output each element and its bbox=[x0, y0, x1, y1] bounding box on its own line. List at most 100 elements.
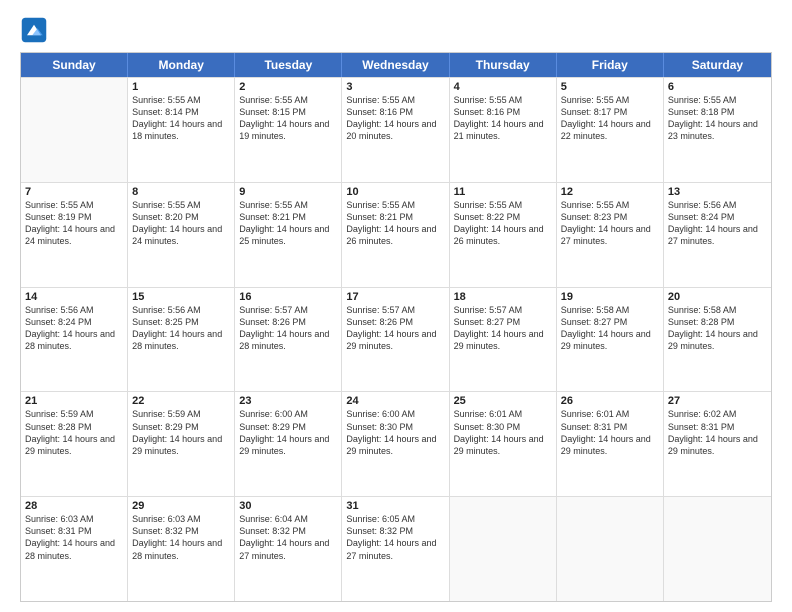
cal-cell: 11Sunrise: 5:55 AM Sunset: 8:22 PM Dayli… bbox=[450, 183, 557, 287]
cell-day-number: 30 bbox=[239, 500, 337, 512]
calendar-body: 1Sunrise: 5:55 AM Sunset: 8:14 PM Daylig… bbox=[21, 77, 771, 601]
cell-info: Sunrise: 6:00 AM Sunset: 8:30 PM Dayligh… bbox=[346, 408, 444, 457]
cal-cell: 7Sunrise: 5:55 AM Sunset: 8:19 PM Daylig… bbox=[21, 183, 128, 287]
cell-day-number: 4 bbox=[454, 81, 552, 93]
cell-info: Sunrise: 5:58 AM Sunset: 8:28 PM Dayligh… bbox=[668, 304, 767, 353]
cal-cell: 26Sunrise: 6:01 AM Sunset: 8:31 PM Dayli… bbox=[557, 392, 664, 496]
cell-day-number: 23 bbox=[239, 395, 337, 407]
cal-cell: 1Sunrise: 5:55 AM Sunset: 8:14 PM Daylig… bbox=[128, 78, 235, 182]
cell-info: Sunrise: 6:03 AM Sunset: 8:31 PM Dayligh… bbox=[25, 513, 123, 562]
week-row-1: 7Sunrise: 5:55 AM Sunset: 8:19 PM Daylig… bbox=[21, 182, 771, 287]
cell-info: Sunrise: 5:59 AM Sunset: 8:29 PM Dayligh… bbox=[132, 408, 230, 457]
cell-day-number: 29 bbox=[132, 500, 230, 512]
cell-day-number: 3 bbox=[346, 81, 444, 93]
cal-cell: 10Sunrise: 5:55 AM Sunset: 8:21 PM Dayli… bbox=[342, 183, 449, 287]
header-day-thursday: Thursday bbox=[450, 53, 557, 77]
cell-day-number: 2 bbox=[239, 81, 337, 93]
cell-day-number: 27 bbox=[668, 395, 767, 407]
cell-day-number: 7 bbox=[25, 186, 123, 198]
cell-info: Sunrise: 5:55 AM Sunset: 8:16 PM Dayligh… bbox=[454, 94, 552, 143]
cal-cell: 22Sunrise: 5:59 AM Sunset: 8:29 PM Dayli… bbox=[128, 392, 235, 496]
cell-day-number: 28 bbox=[25, 500, 123, 512]
cell-info: Sunrise: 5:55 AM Sunset: 8:17 PM Dayligh… bbox=[561, 94, 659, 143]
cell-day-number: 13 bbox=[668, 186, 767, 198]
cell-info: Sunrise: 5:55 AM Sunset: 8:18 PM Dayligh… bbox=[668, 94, 767, 143]
cal-cell bbox=[21, 78, 128, 182]
cal-cell: 14Sunrise: 5:56 AM Sunset: 8:24 PM Dayli… bbox=[21, 288, 128, 392]
cell-info: Sunrise: 6:02 AM Sunset: 8:31 PM Dayligh… bbox=[668, 408, 767, 457]
cal-cell: 4Sunrise: 5:55 AM Sunset: 8:16 PM Daylig… bbox=[450, 78, 557, 182]
cell-info: Sunrise: 5:56 AM Sunset: 8:24 PM Dayligh… bbox=[668, 199, 767, 248]
cell-info: Sunrise: 5:55 AM Sunset: 8:21 PM Dayligh… bbox=[346, 199, 444, 248]
cal-cell: 18Sunrise: 5:57 AM Sunset: 8:27 PM Dayli… bbox=[450, 288, 557, 392]
cell-info: Sunrise: 5:55 AM Sunset: 8:23 PM Dayligh… bbox=[561, 199, 659, 248]
cal-cell bbox=[450, 497, 557, 601]
cell-day-number: 22 bbox=[132, 395, 230, 407]
cal-cell: 9Sunrise: 5:55 AM Sunset: 8:21 PM Daylig… bbox=[235, 183, 342, 287]
cell-info: Sunrise: 5:57 AM Sunset: 8:26 PM Dayligh… bbox=[346, 304, 444, 353]
cal-cell: 2Sunrise: 5:55 AM Sunset: 8:15 PM Daylig… bbox=[235, 78, 342, 182]
week-row-4: 28Sunrise: 6:03 AM Sunset: 8:31 PM Dayli… bbox=[21, 496, 771, 601]
header-day-friday: Friday bbox=[557, 53, 664, 77]
cell-day-number: 12 bbox=[561, 186, 659, 198]
header bbox=[20, 16, 772, 44]
cell-day-number: 26 bbox=[561, 395, 659, 407]
cal-cell: 6Sunrise: 5:55 AM Sunset: 8:18 PM Daylig… bbox=[664, 78, 771, 182]
cell-day-number: 31 bbox=[346, 500, 444, 512]
cell-info: Sunrise: 5:56 AM Sunset: 8:25 PM Dayligh… bbox=[132, 304, 230, 353]
cal-cell: 20Sunrise: 5:58 AM Sunset: 8:28 PM Dayli… bbox=[664, 288, 771, 392]
cell-day-number: 11 bbox=[454, 186, 552, 198]
cal-cell: 23Sunrise: 6:00 AM Sunset: 8:29 PM Dayli… bbox=[235, 392, 342, 496]
logo bbox=[20, 16, 52, 44]
cell-info: Sunrise: 5:55 AM Sunset: 8:22 PM Dayligh… bbox=[454, 199, 552, 248]
cell-day-number: 5 bbox=[561, 81, 659, 93]
cell-info: Sunrise: 5:57 AM Sunset: 8:27 PM Dayligh… bbox=[454, 304, 552, 353]
header-day-monday: Monday bbox=[128, 53, 235, 77]
cell-info: Sunrise: 5:55 AM Sunset: 8:20 PM Dayligh… bbox=[132, 199, 230, 248]
calendar-header: SundayMondayTuesdayWednesdayThursdayFrid… bbox=[21, 53, 771, 77]
cal-cell bbox=[664, 497, 771, 601]
cell-info: Sunrise: 5:55 AM Sunset: 8:14 PM Dayligh… bbox=[132, 94, 230, 143]
cell-day-number: 24 bbox=[346, 395, 444, 407]
cell-info: Sunrise: 6:04 AM Sunset: 8:32 PM Dayligh… bbox=[239, 513, 337, 562]
cell-day-number: 8 bbox=[132, 186, 230, 198]
header-day-saturday: Saturday bbox=[664, 53, 771, 77]
cell-day-number: 10 bbox=[346, 186, 444, 198]
cell-day-number: 1 bbox=[132, 81, 230, 93]
cell-info: Sunrise: 5:57 AM Sunset: 8:26 PM Dayligh… bbox=[239, 304, 337, 353]
cell-day-number: 16 bbox=[239, 291, 337, 303]
cell-info: Sunrise: 6:00 AM Sunset: 8:29 PM Dayligh… bbox=[239, 408, 337, 457]
cell-day-number: 21 bbox=[25, 395, 123, 407]
cal-cell: 13Sunrise: 5:56 AM Sunset: 8:24 PM Dayli… bbox=[664, 183, 771, 287]
week-row-0: 1Sunrise: 5:55 AM Sunset: 8:14 PM Daylig… bbox=[21, 77, 771, 182]
cell-info: Sunrise: 5:59 AM Sunset: 8:28 PM Dayligh… bbox=[25, 408, 123, 457]
cal-cell: 30Sunrise: 6:04 AM Sunset: 8:32 PM Dayli… bbox=[235, 497, 342, 601]
week-row-2: 14Sunrise: 5:56 AM Sunset: 8:24 PM Dayli… bbox=[21, 287, 771, 392]
cal-cell: 8Sunrise: 5:55 AM Sunset: 8:20 PM Daylig… bbox=[128, 183, 235, 287]
cell-info: Sunrise: 5:55 AM Sunset: 8:15 PM Dayligh… bbox=[239, 94, 337, 143]
cell-info: Sunrise: 5:56 AM Sunset: 8:24 PM Dayligh… bbox=[25, 304, 123, 353]
cal-cell: 12Sunrise: 5:55 AM Sunset: 8:23 PM Dayli… bbox=[557, 183, 664, 287]
header-day-wednesday: Wednesday bbox=[342, 53, 449, 77]
cell-info: Sunrise: 5:55 AM Sunset: 8:16 PM Dayligh… bbox=[346, 94, 444, 143]
page: SundayMondayTuesdayWednesdayThursdayFrid… bbox=[0, 0, 792, 612]
cell-day-number: 19 bbox=[561, 291, 659, 303]
cell-day-number: 6 bbox=[668, 81, 767, 93]
cell-day-number: 9 bbox=[239, 186, 337, 198]
cell-info: Sunrise: 5:58 AM Sunset: 8:27 PM Dayligh… bbox=[561, 304, 659, 353]
cell-info: Sunrise: 6:03 AM Sunset: 8:32 PM Dayligh… bbox=[132, 513, 230, 562]
cal-cell: 25Sunrise: 6:01 AM Sunset: 8:30 PM Dayli… bbox=[450, 392, 557, 496]
cal-cell: 17Sunrise: 5:57 AM Sunset: 8:26 PM Dayli… bbox=[342, 288, 449, 392]
cell-day-number: 20 bbox=[668, 291, 767, 303]
cell-day-number: 14 bbox=[25, 291, 123, 303]
cell-day-number: 17 bbox=[346, 291, 444, 303]
cal-cell: 15Sunrise: 5:56 AM Sunset: 8:25 PM Dayli… bbox=[128, 288, 235, 392]
cal-cell: 27Sunrise: 6:02 AM Sunset: 8:31 PM Dayli… bbox=[664, 392, 771, 496]
cal-cell: 16Sunrise: 5:57 AM Sunset: 8:26 PM Dayli… bbox=[235, 288, 342, 392]
cal-cell: 29Sunrise: 6:03 AM Sunset: 8:32 PM Dayli… bbox=[128, 497, 235, 601]
cell-info: Sunrise: 6:05 AM Sunset: 8:32 PM Dayligh… bbox=[346, 513, 444, 562]
cell-day-number: 18 bbox=[454, 291, 552, 303]
week-row-3: 21Sunrise: 5:59 AM Sunset: 8:28 PM Dayli… bbox=[21, 391, 771, 496]
header-day-tuesday: Tuesday bbox=[235, 53, 342, 77]
cell-info: Sunrise: 5:55 AM Sunset: 8:19 PM Dayligh… bbox=[25, 199, 123, 248]
